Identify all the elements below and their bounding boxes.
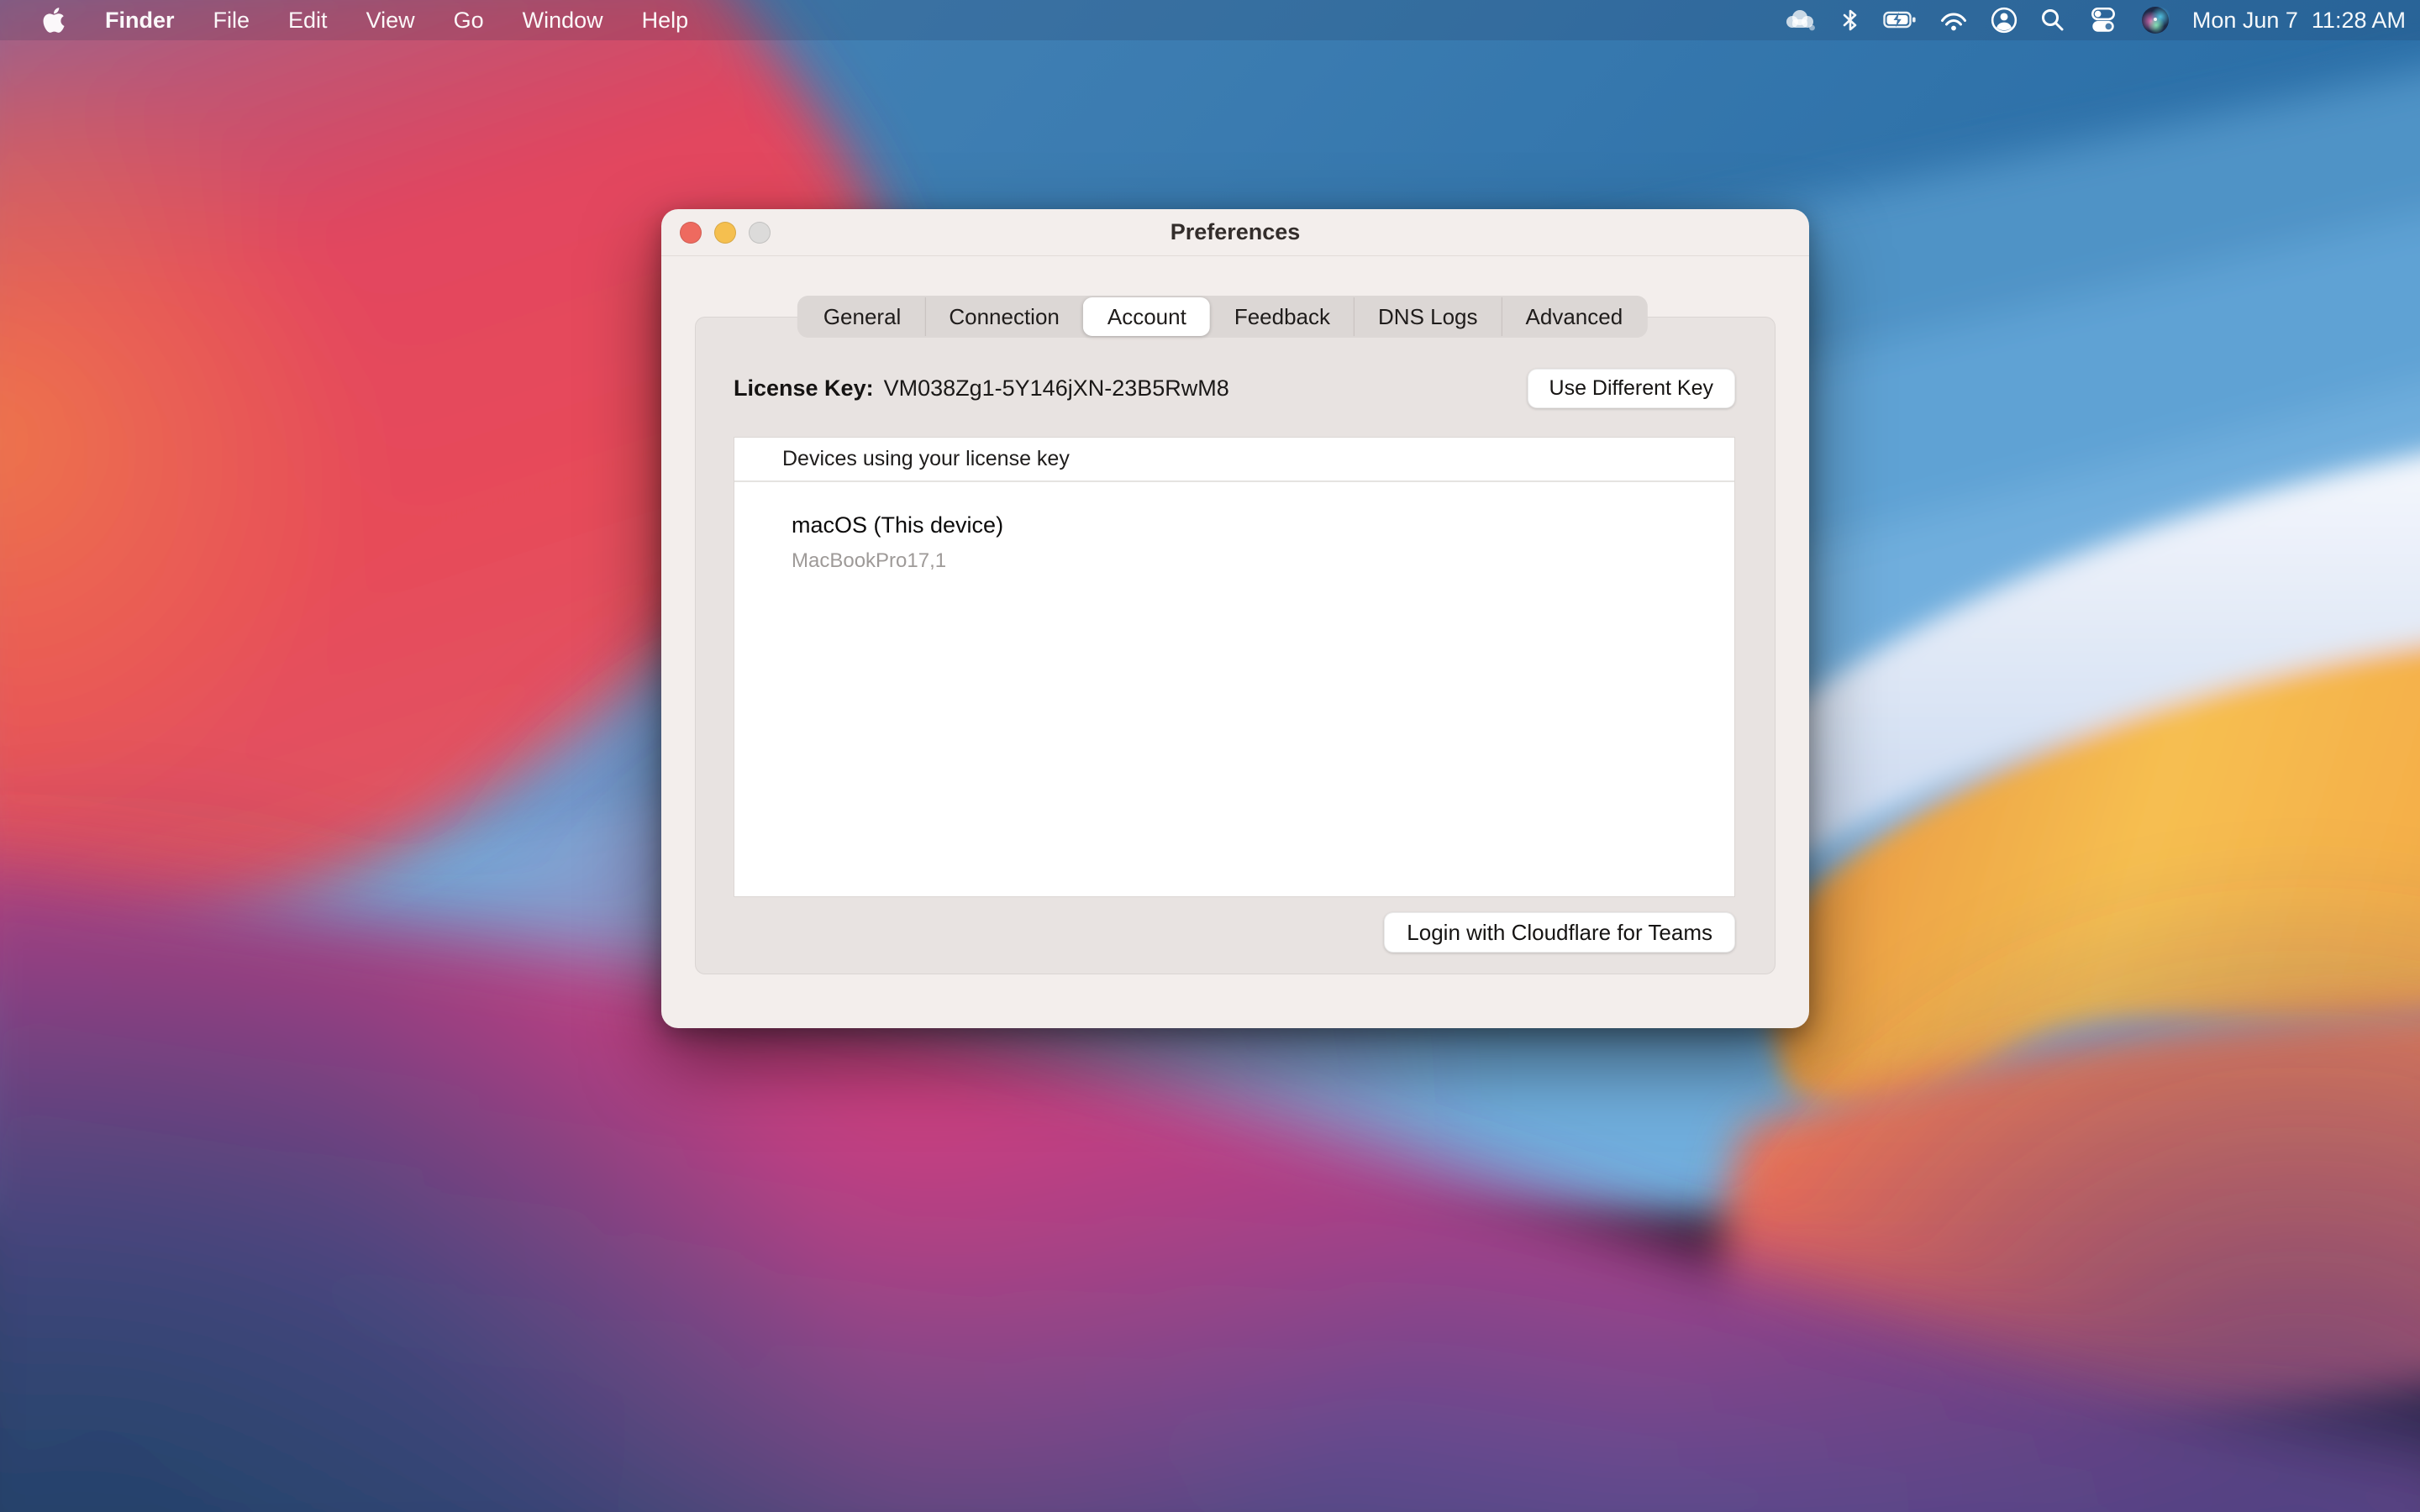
tab-general[interactable]: General (799, 297, 925, 336)
cloudflare-cloud-icon[interactable] (1783, 0, 1817, 40)
device-list-item[interactable]: macOS (This device) MacBookPro17,1 (734, 482, 1734, 573)
window-titlebar[interactable]: Preferences (661, 209, 1809, 256)
tab-connection[interactable]: Connection (924, 297, 1083, 336)
menu-item-window[interactable]: Window (503, 0, 623, 40)
minimize-button[interactable] (714, 222, 736, 244)
wifi-icon[interactable] (1939, 0, 1968, 40)
user-switch-icon[interactable] (1991, 0, 2018, 40)
license-key-label: License Key: (734, 375, 874, 402)
preferences-window: Preferences License Key: VM038Zg1-5Y146j… (661, 209, 1809, 1028)
menubar-clock[interactable]: Mon Jun 7 11:28 AM (2192, 8, 2406, 34)
apple-menu[interactable] (35, 0, 86, 40)
devices-table-header: Devices using your license key (734, 438, 1734, 482)
login-with-teams-button[interactable]: Login with Cloudflare for Teams (1384, 912, 1735, 953)
tab-bar: General Connection Account Feedback DNS … (797, 296, 1648, 338)
license-key-value: VM038Zg1-5Y146jXN-23B5RwM8 (884, 375, 1229, 402)
tab-account[interactable]: Account (1083, 297, 1210, 336)
close-button[interactable] (680, 222, 702, 244)
battery-charging-icon[interactable] (1883, 0, 1917, 40)
tab-advanced[interactable]: Advanced (1502, 297, 1647, 336)
desktop: Finder File Edit View Go Window Help (0, 0, 2420, 1512)
menu-item-file[interactable]: File (194, 0, 270, 40)
control-center-icon[interactable] (2088, 0, 2118, 40)
tab-content-panel: License Key: VM038Zg1-5Y146jXN-23B5RwM8 … (695, 317, 1776, 974)
bluetooth-icon[interactable] (1839, 0, 1860, 40)
menu-item-help[interactable]: Help (623, 0, 708, 40)
window-title: Preferences (1171, 219, 1301, 245)
license-key-row: License Key: VM038Zg1-5Y146jXN-23B5RwM8 … (734, 366, 1735, 410)
spotlight-search-icon[interactable] (2040, 0, 2065, 40)
apple-logo-icon (42, 6, 66, 34)
tab-feedback[interactable]: Feedback (1210, 297, 1354, 336)
siri-icon[interactable] (2141, 0, 2170, 40)
zoom-button-disabled (749, 222, 771, 244)
use-different-key-button[interactable]: Use Different Key (1528, 369, 1735, 408)
menubar-date: Mon Jun 7 (2192, 8, 2298, 34)
menubar-time: 11:28 AM (2312, 8, 2406, 34)
menu-item-view[interactable]: View (347, 0, 434, 40)
menu-bar: Finder File Edit View Go Window Help (0, 0, 2420, 40)
traffic-lights (680, 209, 771, 256)
device-name: macOS (This device) (792, 512, 1734, 538)
menu-item-edit[interactable]: Edit (269, 0, 347, 40)
tab-dns-logs[interactable]: DNS Logs (1354, 297, 1502, 336)
devices-table: Devices using your license key macOS (Th… (734, 437, 1735, 897)
device-model: MacBookPro17,1 (792, 549, 1734, 573)
menu-item-finder[interactable]: Finder (86, 0, 194, 40)
menu-item-go[interactable]: Go (434, 0, 503, 40)
